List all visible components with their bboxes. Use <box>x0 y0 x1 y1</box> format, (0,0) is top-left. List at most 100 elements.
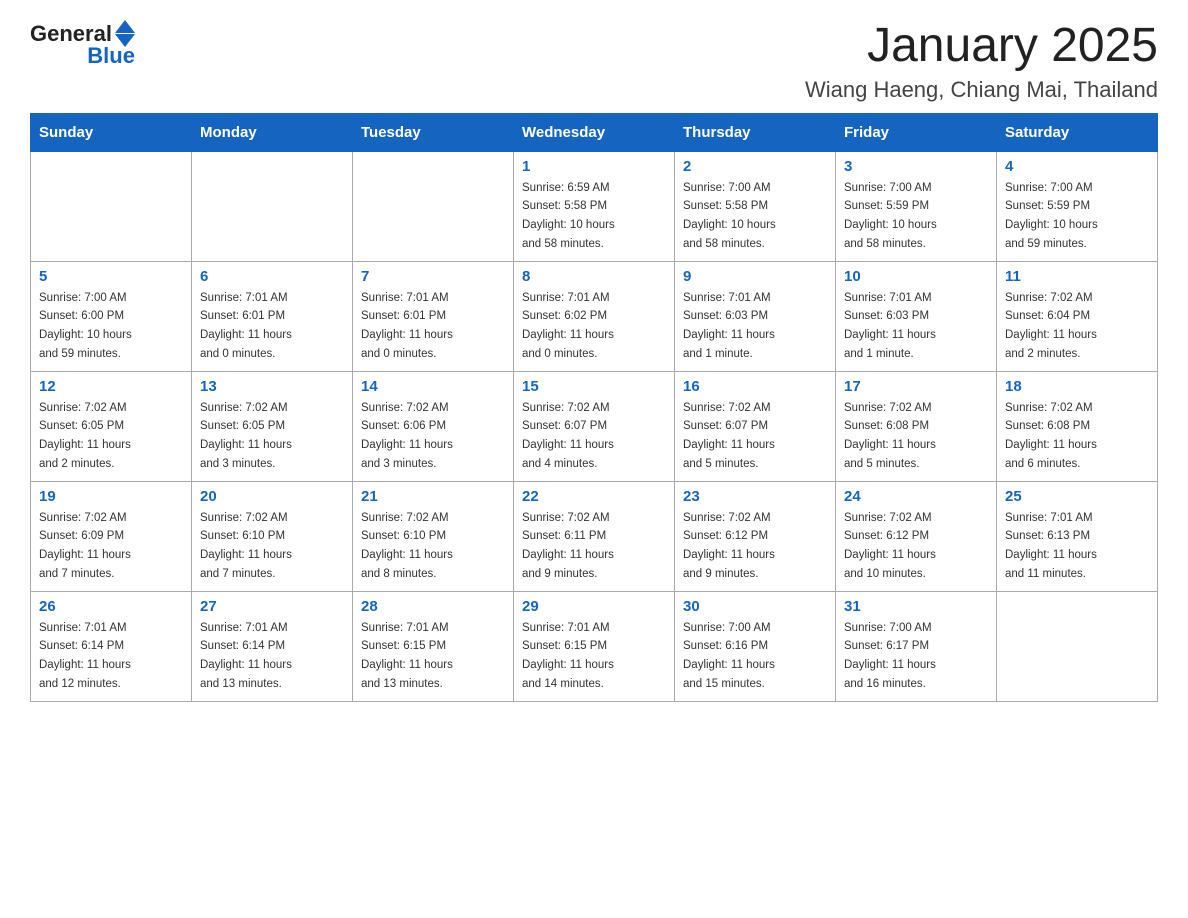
calendar-cell: 18 Sunrise: 7:02 AMSunset: 6:08 PMDayligh… <box>997 371 1158 481</box>
logo: General Blue <box>30 20 135 69</box>
calendar-week-1: 1 Sunrise: 6:59 AMSunset: 5:58 PMDaylight… <box>31 151 1158 261</box>
day-info: Sunrise: 7:00 AMSunset: 6:17 PMDaylight:… <box>844 622 936 690</box>
day-number: 7 <box>361 268 505 285</box>
day-number: 23 <box>683 488 827 505</box>
day-info: Sunrise: 7:02 AMSunset: 6:06 PMDaylight:… <box>361 402 453 470</box>
calendar-header-row: SundayMondayTuesdayWednesdayThursdayFrid… <box>31 113 1158 151</box>
day-info: Sunrise: 7:00 AMSunset: 5:59 PMDaylight:… <box>1005 182 1098 250</box>
calendar-header-thursday: Thursday <box>675 113 836 151</box>
day-info: Sunrise: 7:02 AMSunset: 6:07 PMDaylight:… <box>683 402 775 470</box>
calendar-header-tuesday: Tuesday <box>353 113 514 151</box>
calendar-cell: 12Sunrise: 7:02 AMSunset: 6:05 PMDayligh… <box>31 371 192 481</box>
calendar-cell: 4 Sunrise: 7:00 AMSunset: 5:59 PMDaylight… <box>997 151 1158 261</box>
calendar-cell: 20 Sunrise: 7:02 AMSunset: 6:10 PMDayligh… <box>192 481 353 591</box>
calendar-header-friday: Friday <box>836 113 997 151</box>
day-number: 8 <box>522 268 666 285</box>
calendar-cell <box>997 591 1158 701</box>
day-number: 21 <box>361 488 505 505</box>
day-number: 26 <box>39 598 183 615</box>
calendar-cell: 23 Sunrise: 7:02 AMSunset: 6:12 PMDayligh… <box>675 481 836 591</box>
calendar-table: SundayMondayTuesdayWednesdayThursdayFrid… <box>30 113 1158 702</box>
calendar-header-sunday: Sunday <box>31 113 192 151</box>
calendar-cell: 11 Sunrise: 7:02 AMSunset: 6:04 PMDayligh… <box>997 261 1158 371</box>
calendar-cell: 25 Sunrise: 7:01 AMSunset: 6:13 PMDayligh… <box>997 481 1158 591</box>
calendar-cell: 24 Sunrise: 7:02 AMSunset: 6:12 PMDayligh… <box>836 481 997 591</box>
day-info: Sunrise: 7:02 AMSunset: 6:09 PMDaylight:… <box>39 512 131 580</box>
calendar-header-wednesday: Wednesday <box>514 113 675 151</box>
calendar-cell: 15 Sunrise: 7:02 AMSunset: 6:07 PMDayligh… <box>514 371 675 481</box>
title-block: January 2025 Wiang Haeng, Chiang Mai, Th… <box>805 20 1158 103</box>
calendar-cell: 7 Sunrise: 7:01 AMSunset: 6:01 PMDaylight… <box>353 261 514 371</box>
day-info: Sunrise: 7:00 AMSunset: 5:58 PMDaylight:… <box>683 182 776 250</box>
calendar-cell: 22 Sunrise: 7:02 AMSunset: 6:11 PMDayligh… <box>514 481 675 591</box>
day-info: Sunrise: 7:01 AMSunset: 6:13 PMDaylight:… <box>1005 512 1097 580</box>
day-number: 24 <box>844 488 988 505</box>
calendar-cell: 26Sunrise: 7:01 AMSunset: 6:14 PMDayligh… <box>31 591 192 701</box>
calendar-cell: 8 Sunrise: 7:01 AMSunset: 6:02 PMDaylight… <box>514 261 675 371</box>
day-number: 3 <box>844 158 988 175</box>
day-number: 25 <box>1005 488 1149 505</box>
day-info: Sunrise: 7:02 AMSunset: 6:07 PMDaylight:… <box>522 402 614 470</box>
day-info: Sunrise: 7:00 AMSunset: 5:59 PMDaylight:… <box>844 182 937 250</box>
day-number: 30 <box>683 598 827 615</box>
day-number: 29 <box>522 598 666 615</box>
day-info: Sunrise: 7:01 AMSunset: 6:03 PMDaylight:… <box>844 292 936 360</box>
calendar-week-5: 26Sunrise: 7:01 AMSunset: 6:14 PMDayligh… <box>31 591 1158 701</box>
day-info: Sunrise: 6:59 AMSunset: 5:58 PMDaylight:… <box>522 182 615 250</box>
day-info: Sunrise: 7:01 AMSunset: 6:01 PMDaylight:… <box>200 292 292 360</box>
calendar-cell: 29Sunrise: 7:01 AMSunset: 6:15 PMDayligh… <box>514 591 675 701</box>
day-number: 1 <box>522 158 666 175</box>
calendar-cell: 9 Sunrise: 7:01 AMSunset: 6:03 PMDaylight… <box>675 261 836 371</box>
day-number: 18 <box>1005 378 1149 395</box>
day-info: Sunrise: 7:02 AMSunset: 6:11 PMDaylight:… <box>522 512 614 580</box>
calendar-cell: 2 Sunrise: 7:00 AMSunset: 5:58 PMDaylight… <box>675 151 836 261</box>
calendar-week-4: 19 Sunrise: 7:02 AMSunset: 6:09 PMDayligh… <box>31 481 1158 591</box>
day-number: 9 <box>683 268 827 285</box>
day-number: 19 <box>39 488 183 505</box>
page-header: General Blue January 2025 Wiang Haeng, C… <box>30 20 1158 103</box>
day-info: Sunrise: 7:02 AMSunset: 6:12 PMDaylight:… <box>683 512 775 580</box>
calendar-header-monday: Monday <box>192 113 353 151</box>
day-number: 10 <box>844 268 988 285</box>
calendar-cell: 28 Sunrise: 7:01 AMSunset: 6:15 PMDayligh… <box>353 591 514 701</box>
day-number: 4 <box>1005 158 1149 175</box>
day-number: 5 <box>39 268 183 285</box>
month-title: January 2025 <box>805 20 1158 73</box>
calendar-cell <box>192 151 353 261</box>
calendar-cell: 16 Sunrise: 7:02 AMSunset: 6:07 PMDayligh… <box>675 371 836 481</box>
day-info: Sunrise: 7:01 AMSunset: 6:15 PMDaylight:… <box>361 622 453 690</box>
day-number: 16 <box>683 378 827 395</box>
calendar-cell <box>31 151 192 261</box>
day-info: Sunrise: 7:02 AMSunset: 6:12 PMDaylight:… <box>844 512 936 580</box>
day-info: Sunrise: 7:02 AMSunset: 6:08 PMDaylight:… <box>844 402 936 470</box>
calendar-cell: 21 Sunrise: 7:02 AMSunset: 6:10 PMDayligh… <box>353 481 514 591</box>
day-number: 15 <box>522 378 666 395</box>
calendar-cell: 3 Sunrise: 7:00 AMSunset: 5:59 PMDaylight… <box>836 151 997 261</box>
calendar-cell: 5Sunrise: 7:00 AMSunset: 6:00 PMDaylight… <box>31 261 192 371</box>
calendar-cell <box>353 151 514 261</box>
day-info: Sunrise: 7:02 AMSunset: 6:08 PMDaylight:… <box>1005 402 1097 470</box>
day-number: 22 <box>522 488 666 505</box>
day-number: 27 <box>200 598 344 615</box>
day-info: Sunrise: 7:02 AMSunset: 6:10 PMDaylight:… <box>361 512 453 580</box>
day-number: 17 <box>844 378 988 395</box>
day-info: Sunrise: 7:01 AMSunset: 6:03 PMDaylight:… <box>683 292 775 360</box>
day-info: Sunrise: 7:02 AMSunset: 6:04 PMDaylight:… <box>1005 292 1097 360</box>
day-number: 2 <box>683 158 827 175</box>
logo-blue-text: Blue <box>87 43 135 69</box>
day-number: 11 <box>1005 268 1149 285</box>
day-info: Sunrise: 7:01 AMSunset: 6:02 PMDaylight:… <box>522 292 614 360</box>
day-info: Sunrise: 7:01 AMSunset: 6:01 PMDaylight:… <box>361 292 453 360</box>
calendar-cell: 30Sunrise: 7:00 AMSunset: 6:16 PMDayligh… <box>675 591 836 701</box>
day-info: Sunrise: 7:02 AMSunset: 6:10 PMDaylight:… <box>200 512 292 580</box>
calendar-header-saturday: Saturday <box>997 113 1158 151</box>
day-number: 20 <box>200 488 344 505</box>
calendar-cell: 10 Sunrise: 7:01 AMSunset: 6:03 PMDayligh… <box>836 261 997 371</box>
subtitle: Wiang Haeng, Chiang Mai, Thailand <box>805 77 1158 103</box>
calendar-week-2: 5Sunrise: 7:00 AMSunset: 6:00 PMDaylight… <box>31 261 1158 371</box>
calendar-cell: 1 Sunrise: 6:59 AMSunset: 5:58 PMDaylight… <box>514 151 675 261</box>
day-number: 28 <box>361 598 505 615</box>
calendar-week-3: 12Sunrise: 7:02 AMSunset: 6:05 PMDayligh… <box>31 371 1158 481</box>
day-number: 14 <box>361 378 505 395</box>
calendar-cell: 17 Sunrise: 7:02 AMSunset: 6:08 PMDayligh… <box>836 371 997 481</box>
